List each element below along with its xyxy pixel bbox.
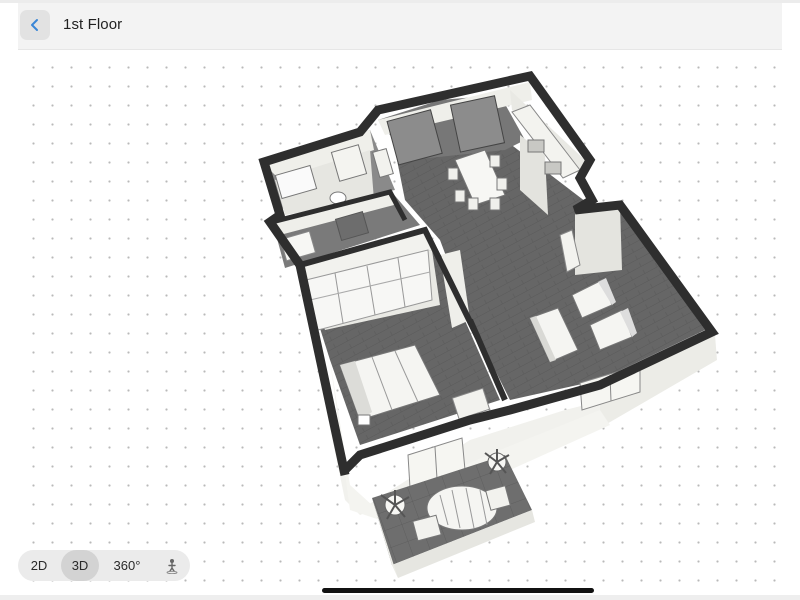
plan-canvas[interactable]	[18, 50, 782, 595]
dining-table	[447, 149, 508, 211]
view-3d-button[interactable]: 3D	[61, 550, 99, 581]
home-indicator	[322, 588, 594, 593]
view-360-button[interactable]: 360°	[104, 550, 150, 581]
bottom-edge	[0, 595, 800, 600]
view-mode-toggle: 2D 3D 360°	[18, 550, 190, 581]
back-button[interactable]	[20, 10, 50, 40]
person-walk-icon	[166, 558, 178, 574]
walkthrough-button[interactable]	[158, 550, 186, 581]
view-2d-button[interactable]: 2D	[20, 550, 58, 581]
floor-plan-3d[interactable]	[18, 50, 782, 595]
page-title: 1st Floor	[63, 16, 123, 33]
floor-plan-viewer: 1st Floor 2D 3D 360°	[0, 0, 800, 600]
chevron-left-icon	[31, 19, 38, 31]
top-bar: 1st Floor	[18, 3, 782, 50]
